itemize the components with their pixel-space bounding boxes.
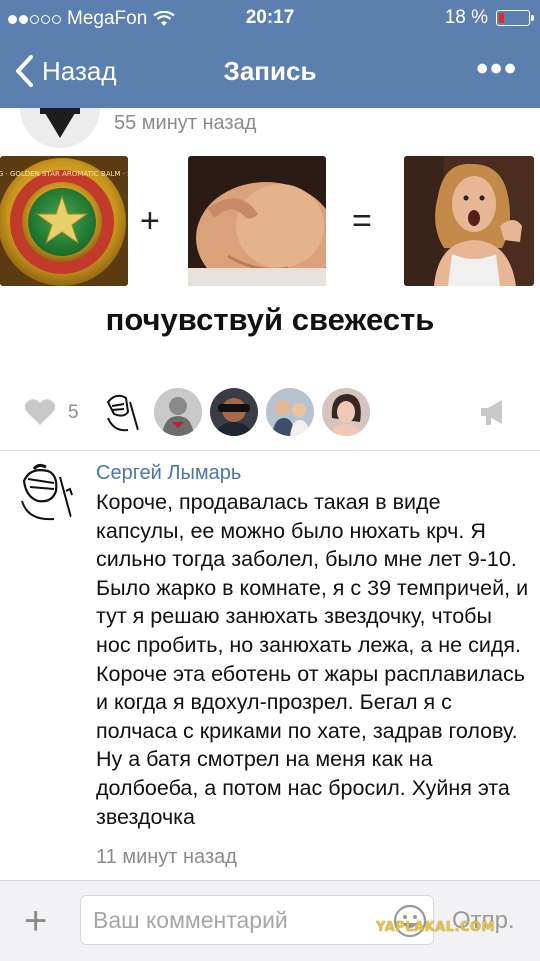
liker-avatar[interactable] xyxy=(210,388,258,436)
back-label: Назад xyxy=(42,55,117,86)
liker-avatar[interactable] xyxy=(98,388,146,436)
plus-sign: + xyxy=(140,202,160,240)
liker-avatar[interactable] xyxy=(154,388,202,436)
avatar-image xyxy=(20,108,100,148)
post-header: 55 минут назад xyxy=(0,108,540,152)
golden-star-balm-image: CAO SAO VÀNG · GOLDEN STAR AROMATIC BALM… xyxy=(0,156,128,286)
back-button[interactable]: Назад xyxy=(14,54,117,88)
liker-avatar[interactable] xyxy=(266,388,314,436)
post-timestamp: 55 минут назад xyxy=(114,112,257,134)
liker-avatar[interactable] xyxy=(322,388,370,436)
heart-icon[interactable] xyxy=(24,398,56,426)
comment-text: Короче, продавалась такая в виде капсулы… xyxy=(96,490,529,829)
attach-button[interactable]: + xyxy=(24,901,47,941)
likes-row: 5 xyxy=(0,384,540,440)
comment-item: Сергей Лымарь Короче, продавалась такая … xyxy=(0,451,540,878)
like-count[interactable]: 5 xyxy=(68,402,79,424)
chevron-left-icon xyxy=(16,55,33,87)
site-watermark: YAPLAKAL.COM xyxy=(376,920,495,935)
comment-author-avatar[interactable] xyxy=(14,461,80,527)
post-image[interactable]: CAO SAO VÀNG · GOLDEN STAR AROMATIC BALM… xyxy=(0,152,540,382)
shocked-woman-image xyxy=(404,156,534,286)
navigation-bar: Назад Запись ••• xyxy=(0,36,540,108)
post-author-avatar[interactable] xyxy=(20,108,100,148)
body-photo-image xyxy=(188,156,326,286)
battery-icon xyxy=(496,10,534,26)
battery-group: 18 % xyxy=(444,7,534,29)
comment-author-name[interactable]: Сергей Лымарь xyxy=(96,462,241,485)
image-caption: почувствуй свежесть xyxy=(105,302,435,337)
comment-timestamp: 11 минут назад xyxy=(96,846,237,868)
balm-label-text: CAO SAO VÀNG · GOLDEN STAR AROMATIC BALM… xyxy=(0,169,128,178)
battery-percent: 18 % xyxy=(444,7,488,28)
more-options-button[interactable]: ••• xyxy=(476,50,518,89)
battery-fill xyxy=(499,13,504,23)
megaphone-share-icon[interactable] xyxy=(478,398,508,426)
equals-sign: = xyxy=(352,202,372,240)
status-bar: MegaFon 20:17 18 % xyxy=(0,0,540,36)
